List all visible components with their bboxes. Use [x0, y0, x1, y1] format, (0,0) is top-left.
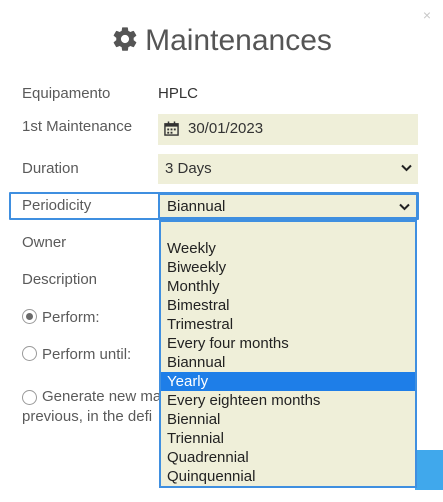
submit-button[interactable]	[415, 450, 443, 490]
option-triennial[interactable]: Triennial	[161, 429, 415, 448]
equipment-value: HPLC	[158, 85, 199, 102]
periodicity-options: Weekly Biweekly Monthly Bimestral Trimes…	[161, 239, 415, 486]
option-every-four-months[interactable]: Every four months	[161, 334, 415, 353]
option-biweekly[interactable]: Biweekly	[161, 258, 415, 277]
generate-label-line1: Generate new ma	[42, 388, 162, 405]
option-quadrennial[interactable]: Quadrennial	[161, 448, 415, 467]
option-monthly[interactable]: Monthly	[161, 277, 415, 296]
option-bimestral[interactable]: Bimestral	[161, 296, 415, 315]
generate-radio[interactable]	[22, 390, 37, 405]
duration-label: Duration	[22, 160, 79, 177]
perform-until-radio[interactable]	[22, 346, 37, 361]
first-maintenance-value: 30/01/2023	[188, 120, 264, 137]
chevron-down-icon	[401, 164, 412, 172]
periodicity-value: Biannual	[167, 198, 226, 215]
close-icon[interactable]: ×	[421, 8, 433, 22]
dialog-title: Maintenances	[0, 24, 443, 58]
perform-radio[interactable]	[22, 309, 37, 324]
option-every-eighteen-months[interactable]: Every eighteen months	[161, 391, 415, 410]
option-trimestral[interactable]: Trimestral	[161, 315, 415, 334]
dialog-title-text: Maintenances	[145, 24, 332, 57]
option-yearly[interactable]: Yearly	[161, 372, 415, 391]
periodicity-dropdown[interactable]: Weekly Biweekly Monthly Bimestral Trimes…	[159, 220, 417, 488]
first-maintenance-label: 1st Maintenance	[22, 118, 133, 135]
perform-label: Perform:	[42, 309, 100, 326]
option-quinquennial[interactable]: Quinquennial	[161, 467, 415, 486]
periodicity-label: Periodicity	[22, 197, 92, 214]
chevron-down-icon	[399, 203, 410, 211]
option-biannual[interactable]: Biannual	[161, 353, 415, 372]
perform-until-label: Perform until:	[42, 346, 132, 363]
periodicity-select[interactable]: Biannual	[158, 194, 417, 218]
duration-value: 3 Days	[165, 160, 212, 177]
description-label: Description	[22, 271, 98, 288]
equipment-label: Equipamento	[22, 85, 111, 102]
option-weekly[interactable]: Weekly	[161, 239, 415, 258]
calendar-icon[interactable]	[164, 121, 179, 136]
first-maintenance-field[interactable]: 30/01/2023	[158, 114, 418, 145]
option-biennial[interactable]: Biennial	[161, 410, 415, 429]
owner-label: Owner	[22, 234, 67, 251]
generate-label-line2: previous, in the defi	[22, 408, 153, 425]
duration-select[interactable]: 3 Days	[158, 154, 418, 184]
gear-icon	[113, 27, 137, 51]
